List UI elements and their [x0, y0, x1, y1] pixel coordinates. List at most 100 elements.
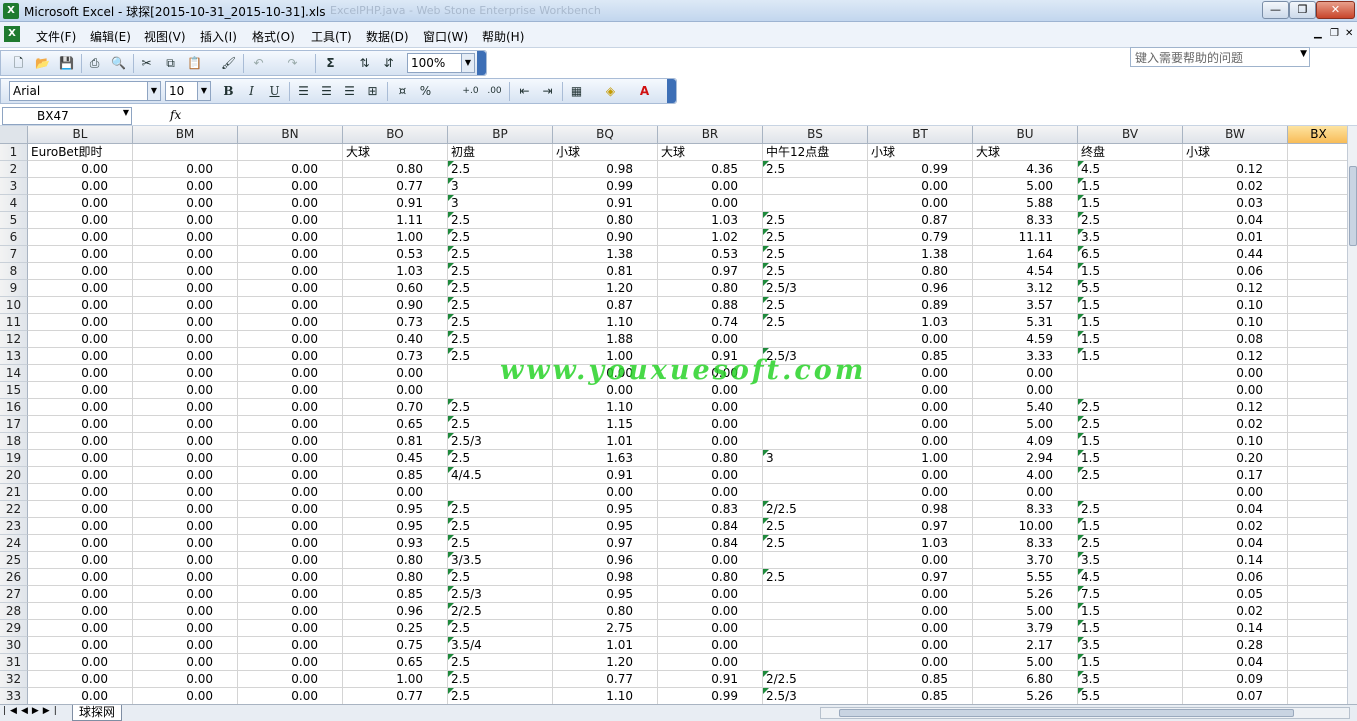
chevron-down-icon[interactable]: ▼ [461, 54, 474, 72]
menu-view[interactable]: 视图(V) [144, 28, 186, 45]
cell[interactable]: 0.00 [868, 552, 973, 569]
cell[interactable] [1288, 229, 1347, 246]
cell[interactable]: 0.00 [28, 518, 133, 535]
cell[interactable]: 0.00 [973, 382, 1078, 399]
cell[interactable]: 3.79 [973, 620, 1078, 637]
close-button[interactable]: ✕ [1316, 1, 1355, 19]
cell[interactable]: 0.85 [868, 671, 973, 688]
cell[interactable]: 0.00 [28, 535, 133, 552]
borders-icon[interactable]: ▦ [567, 82, 586, 101]
cell[interactable]: 大球 [343, 144, 448, 161]
cell[interactable]: 0.00 [238, 603, 343, 620]
cell[interactable]: 3 [448, 178, 553, 195]
cell[interactable] [1288, 569, 1347, 586]
cell[interactable]: 0.00 [658, 620, 763, 637]
cell[interactable]: 1.5 [1078, 178, 1183, 195]
cell[interactable]: 0.00 [238, 620, 343, 637]
column-header-bx[interactable]: BX [1288, 126, 1347, 144]
new-icon[interactable]: 🗋 [9, 54, 28, 73]
cell[interactable]: 0.79 [868, 229, 973, 246]
cell[interactable] [763, 365, 868, 382]
cell[interactable]: 3.5/4 [448, 637, 553, 654]
row-header[interactable]: 22 [0, 501, 28, 518]
cell[interactable]: 0.00 [238, 212, 343, 229]
cell[interactable]: 2.5 [448, 501, 553, 518]
cell[interactable] [1288, 212, 1347, 229]
font-color-icon[interactable]: A [635, 82, 654, 101]
cell[interactable]: 0.12 [1183, 161, 1288, 178]
cell[interactable]: 0.10 [1183, 433, 1288, 450]
cell[interactable]: 0.00 [133, 161, 238, 178]
cell[interactable]: 2.5 [448, 518, 553, 535]
menu-data[interactable]: 数据(D) [366, 28, 409, 45]
cell[interactable]: 0.00 [28, 654, 133, 671]
cell[interactable]: 0.04 [1183, 535, 1288, 552]
cell[interactable]: 3.33 [973, 348, 1078, 365]
cell[interactable]: 0.04 [1183, 501, 1288, 518]
cell[interactable]: 2.5/3 [763, 688, 868, 704]
cell[interactable]: 2.5 [448, 654, 553, 671]
cell[interactable]: 0.00 [133, 416, 238, 433]
cell[interactable]: 1.10 [553, 688, 658, 704]
row-header[interactable]: 10 [0, 297, 28, 314]
cell[interactable] [1288, 348, 1347, 365]
cell[interactable]: 0.97 [868, 569, 973, 586]
cell[interactable]: 0.00 [133, 331, 238, 348]
cell[interactable]: 0.17 [1183, 467, 1288, 484]
cell[interactable] [1288, 671, 1347, 688]
cell[interactable]: 0.00 [868, 382, 973, 399]
menu-file[interactable]: 文件(F) [36, 28, 76, 45]
decrease-decimal-icon[interactable]: .00 [485, 82, 504, 101]
cell[interactable]: 0.44 [1183, 246, 1288, 263]
increase-indent-icon[interactable]: ⇥ [538, 82, 557, 101]
cell[interactable]: 0.00 [238, 314, 343, 331]
cell[interactable]: 0.00 [658, 586, 763, 603]
cell[interactable]: 0.00 [868, 433, 973, 450]
cell[interactable]: 0.60 [343, 280, 448, 297]
cell[interactable]: 0.00 [28, 212, 133, 229]
cell[interactable]: 0.00 [658, 484, 763, 501]
cell[interactable]: 0.45 [343, 450, 448, 467]
cell[interactable]: 2.5 [448, 161, 553, 178]
cell[interactable] [1288, 654, 1347, 671]
cell[interactable]: 5.00 [973, 603, 1078, 620]
cell[interactable]: 0.00 [658, 552, 763, 569]
cell[interactable]: 0.00 [238, 178, 343, 195]
cell[interactable]: 5.5 [1078, 688, 1183, 704]
row-header[interactable]: 1 [0, 144, 28, 161]
row-header[interactable]: 21 [0, 484, 28, 501]
cell[interactable]: 2.5/3 [763, 348, 868, 365]
row-header[interactable]: 18 [0, 433, 28, 450]
cell[interactable]: 0.00 [238, 229, 343, 246]
cell[interactable]: 0.00 [868, 416, 973, 433]
cell[interactable]: 0.97 [658, 263, 763, 280]
chevron-down-icon[interactable]: ▼ [1300, 49, 1307, 59]
cell[interactable]: 0.00 [133, 297, 238, 314]
cell[interactable] [1288, 331, 1347, 348]
cell[interactable]: 大球 [658, 144, 763, 161]
row-header[interactable]: 6 [0, 229, 28, 246]
row-header[interactable]: 30 [0, 637, 28, 654]
cell[interactable]: 0.00 [133, 314, 238, 331]
cell[interactable]: 0.00 [238, 348, 343, 365]
cell[interactable]: 2.5 [448, 246, 553, 263]
cell[interactable]: 0.00 [28, 450, 133, 467]
cell[interactable]: 0.00 [28, 569, 133, 586]
cell[interactable]: 0.00 [133, 535, 238, 552]
cell[interactable]: 0.00 [868, 365, 973, 382]
cell[interactable] [1288, 382, 1347, 399]
cell[interactable]: 0.00 [658, 399, 763, 416]
cell[interactable] [1288, 161, 1347, 178]
cell[interactable]: 0.00 [133, 382, 238, 399]
cell[interactable] [238, 144, 343, 161]
cell[interactable]: 1.01 [553, 637, 658, 654]
cell[interactable]: 0.07 [1183, 688, 1288, 704]
cell[interactable]: 2.5 [448, 263, 553, 280]
cell[interactable]: 0.02 [1183, 518, 1288, 535]
cell[interactable]: 0.00 [28, 263, 133, 280]
cell[interactable]: 4.36 [973, 161, 1078, 178]
cell[interactable]: 小球 [1183, 144, 1288, 161]
cell[interactable]: 0.93 [343, 535, 448, 552]
cell[interactable]: 0.00 [28, 484, 133, 501]
cell[interactable]: 1.01 [553, 433, 658, 450]
